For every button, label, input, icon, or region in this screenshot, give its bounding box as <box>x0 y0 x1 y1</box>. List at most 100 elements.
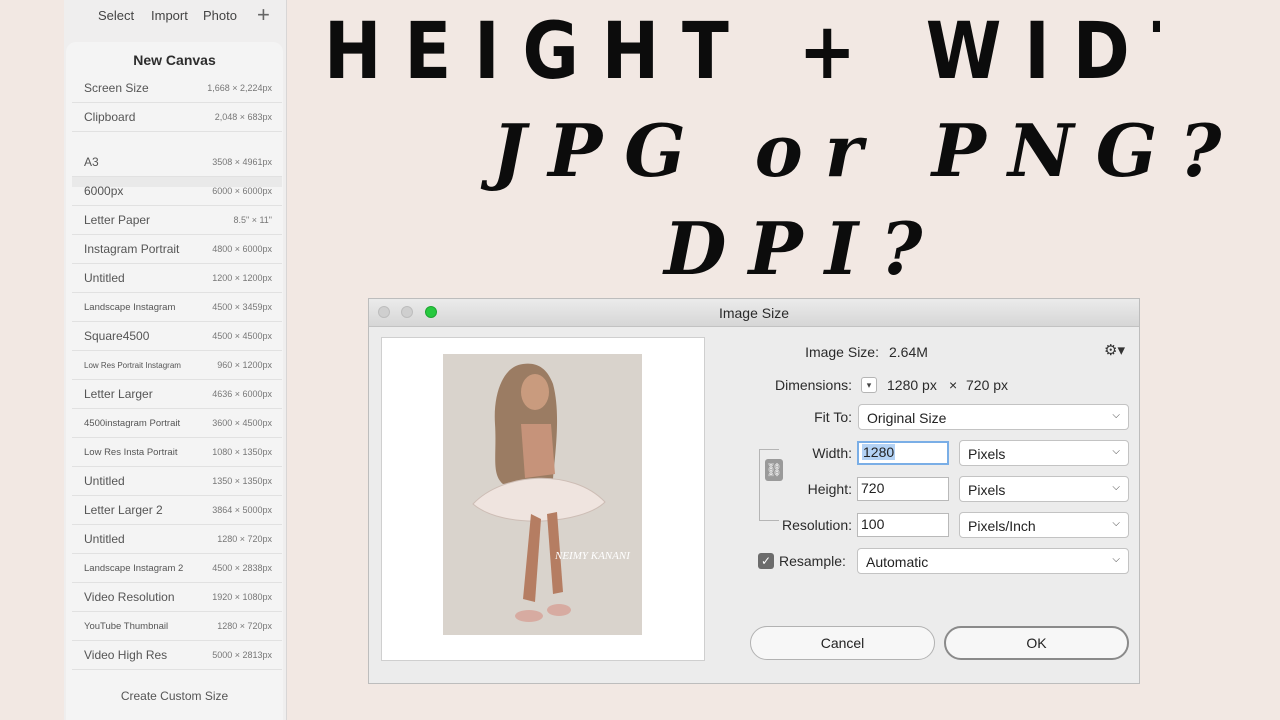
canvas-preset-row[interactable]: Landscape Instagram 2 4500 × 2838px <box>72 554 282 583</box>
preset-dimensions: 960 × 1200px <box>217 360 272 370</box>
preset-name: Low Res Insta Portrait <box>84 447 178 458</box>
add-canvas-icon[interactable]: + <box>257 4 270 26</box>
dimensions-width-value: 1280 px <box>887 377 937 393</box>
preset-name: Untitled <box>84 271 125 285</box>
width-value: 1280 <box>862 444 896 460</box>
fit-to-select[interactable]: Original Size ⌵ <box>858 404 1129 430</box>
create-custom-size-button[interactable]: Create Custom Size <box>66 689 283 703</box>
ok-button[interactable]: OK <box>944 626 1129 660</box>
image-size-dialog: Image Size NEIMY KANANI Image Size: 2.64… <box>368 298 1140 684</box>
canvas-preset-row[interactable]: Video High Res 5000 × 2813px <box>72 641 282 670</box>
preset-dimensions: 3600 × 4500px <box>212 418 272 428</box>
width-unit-select[interactable]: Pixels ⌵ <box>959 440 1129 466</box>
preset-name: Video Resolution <box>84 590 175 604</box>
fit-to-value: Original Size <box>867 410 947 426</box>
dimensions-label: Dimensions: <box>774 377 852 393</box>
canvas-preset-row[interactable]: 6000px 6000 × 6000px <box>72 177 282 206</box>
fit-to-label: Fit To: <box>814 409 852 425</box>
canvas-preset-row[interactable]: Untitled 1280 × 720px <box>72 525 282 554</box>
canvas-preset-row[interactable]: Square4500 4500 × 4500px <box>72 322 282 351</box>
height-value: 720 <box>861 480 885 496</box>
canvas-preset-row[interactable]: Video Resolution 1920 × 1080px <box>72 583 282 612</box>
canvas-preset-row[interactable]: 4500instagram Portrait 3600 × 4500px <box>72 409 282 438</box>
canvas-preset-row[interactable]: Letter Larger 2 3864 × 5000px <box>72 496 282 525</box>
preset-dimensions: 1280 × 720px <box>217 621 272 631</box>
width-input[interactable]: 1280 <box>857 441 949 465</box>
canvas-preset-row[interactable]: Untitled 1350 × 1350px <box>72 467 282 496</box>
headline-jpg-png: JPG or PNG? <box>492 108 1244 193</box>
ballerina-artwork: NEIMY KANANI <box>443 354 642 635</box>
preset-name: Letter Larger <box>84 387 153 401</box>
preset-name: 4500instagram Portrait <box>84 418 181 429</box>
height-unit-select[interactable]: Pixels ⌵ <box>959 476 1129 502</box>
canvas-preset-row[interactable]: Letter Larger 4636 × 6000px <box>72 380 282 409</box>
preset-dimensions: 4636 × 6000px <box>212 389 272 399</box>
height-input[interactable]: 720 <box>857 477 949 501</box>
gallery-toolbar: Select Import Photo + <box>64 0 286 34</box>
resolution-value: 100 <box>861 516 885 532</box>
canvas-preset-row[interactable]: Low Res Insta Portrait 1080 × 1350px <box>72 438 282 467</box>
preset-dimensions: 1,668 × 2,224px <box>207 83 272 93</box>
photo-button[interactable]: Photo <box>203 8 237 23</box>
preset-name: Screen Size <box>84 81 149 95</box>
preset-dimensions: 6000 × 6000px <box>212 186 272 196</box>
canvas-preset-row[interactable]: Letter Paper 8.5" × 11" <box>72 206 282 235</box>
resample-checkbox[interactable]: ✓ <box>758 553 774 569</box>
dimensions-unit-dropdown-icon[interactable]: ▾ <box>861 377 877 393</box>
preset-name: 6000px <box>84 184 124 198</box>
resolution-label: Resolution: <box>781 517 852 533</box>
preset-dimensions: 8.5" × 11" <box>233 215 272 225</box>
preset-dimensions: 1280 × 720px <box>217 534 272 544</box>
chevron-down-icon: ⌵ <box>1112 554 1120 565</box>
preset-dimensions: 5000 × 2813px <box>212 650 272 660</box>
canvas-preset-row[interactable]: Low Res Portrait Instagram 960 × 1200px <box>72 351 282 380</box>
canvas-preset-row[interactable]: Instagram Portrait 4800 × 6000px <box>72 235 282 264</box>
gear-icon[interactable]: ⚙▾ <box>1104 341 1125 359</box>
image-preview: NEIMY KANANI <box>381 337 705 661</box>
preset-name: Untitled <box>84 532 125 546</box>
chevron-down-icon: ⌵ <box>1112 518 1120 529</box>
preset-name: YouTube Thumbnail <box>84 621 169 632</box>
canvas-preset-row[interactable]: A3 3508 × 4961px <box>72 148 282 177</box>
chevron-down-icon: ⌵ <box>1112 446 1120 457</box>
canvas-preset-row[interactable]: Clipboard 2,048 × 683px <box>72 103 282 132</box>
procreate-panel: Select Import Photo + New Canvas Screen … <box>64 0 287 720</box>
preset-dimensions: 1080 × 1350px <box>212 447 272 457</box>
resolution-input[interactable]: 100 <box>857 513 949 537</box>
canvas-preset-row[interactable]: Screen Size 1,668 × 2,224px <box>72 74 282 103</box>
preset-dimensions: 4500 × 4500px <box>212 331 272 341</box>
import-button[interactable]: Import <box>151 8 188 23</box>
preset-name: Low Res Portrait Instagram <box>84 361 181 370</box>
preset-dimensions: 3508 × 4961px <box>212 157 272 167</box>
image-size-value: 2.64M <box>889 344 928 360</box>
preset-name: Video High Res <box>84 648 168 662</box>
chevron-down-icon: ⌵ <box>1112 410 1120 421</box>
dimensions-times-sign: × <box>949 377 958 393</box>
headline-dpi: DPI? <box>664 206 945 291</box>
artist-signature: NEIMY KANANI <box>554 550 631 562</box>
preset-dimensions: 1200 × 1200px <box>212 273 272 283</box>
cancel-button[interactable]: Cancel <box>750 626 935 660</box>
resolution-unit-select[interactable]: Pixels/Inch ⌵ <box>959 512 1129 538</box>
resample-method-value: Automatic <box>866 554 929 570</box>
preset-dimensions: 4500 × 2838px <box>212 563 272 573</box>
constrain-proportions-link-icon[interactable]: ⛓ <box>765 459 783 481</box>
resample-method-select[interactable]: Automatic ⌵ <box>857 548 1129 574</box>
preset-name: Instagram Portrait <box>84 242 180 256</box>
resample-label: Resample: <box>779 553 846 569</box>
canvas-preset-row[interactable]: Landscape Instagram 4500 × 3459px <box>72 293 282 322</box>
preset-dimensions: 2,048 × 683px <box>214 112 272 122</box>
preset-name: Letter Larger 2 <box>84 503 163 517</box>
preset-dimensions: 4800 × 6000px <box>212 244 272 254</box>
canvas-preset-row[interactable]: Untitled 1200 × 1200px <box>72 264 282 293</box>
canvas-preset-row[interactable]: YouTube Thumbnail 1280 × 720px <box>72 612 282 641</box>
headline-height-width: HEIGHT + WIDTH? <box>324 12 1160 92</box>
select-button[interactable]: Select <box>98 8 134 23</box>
preset-name: Landscape Instagram <box>84 302 176 313</box>
height-unit-value: Pixels <box>968 482 1006 498</box>
width-label: Width: <box>812 445 852 461</box>
chevron-down-icon: ⌵ <box>1112 482 1120 493</box>
preset-name: Clipboard <box>84 110 136 124</box>
preset-dimensions: 3864 × 5000px <box>212 505 272 515</box>
dialog-titlebar: Image Size <box>369 299 1139 327</box>
